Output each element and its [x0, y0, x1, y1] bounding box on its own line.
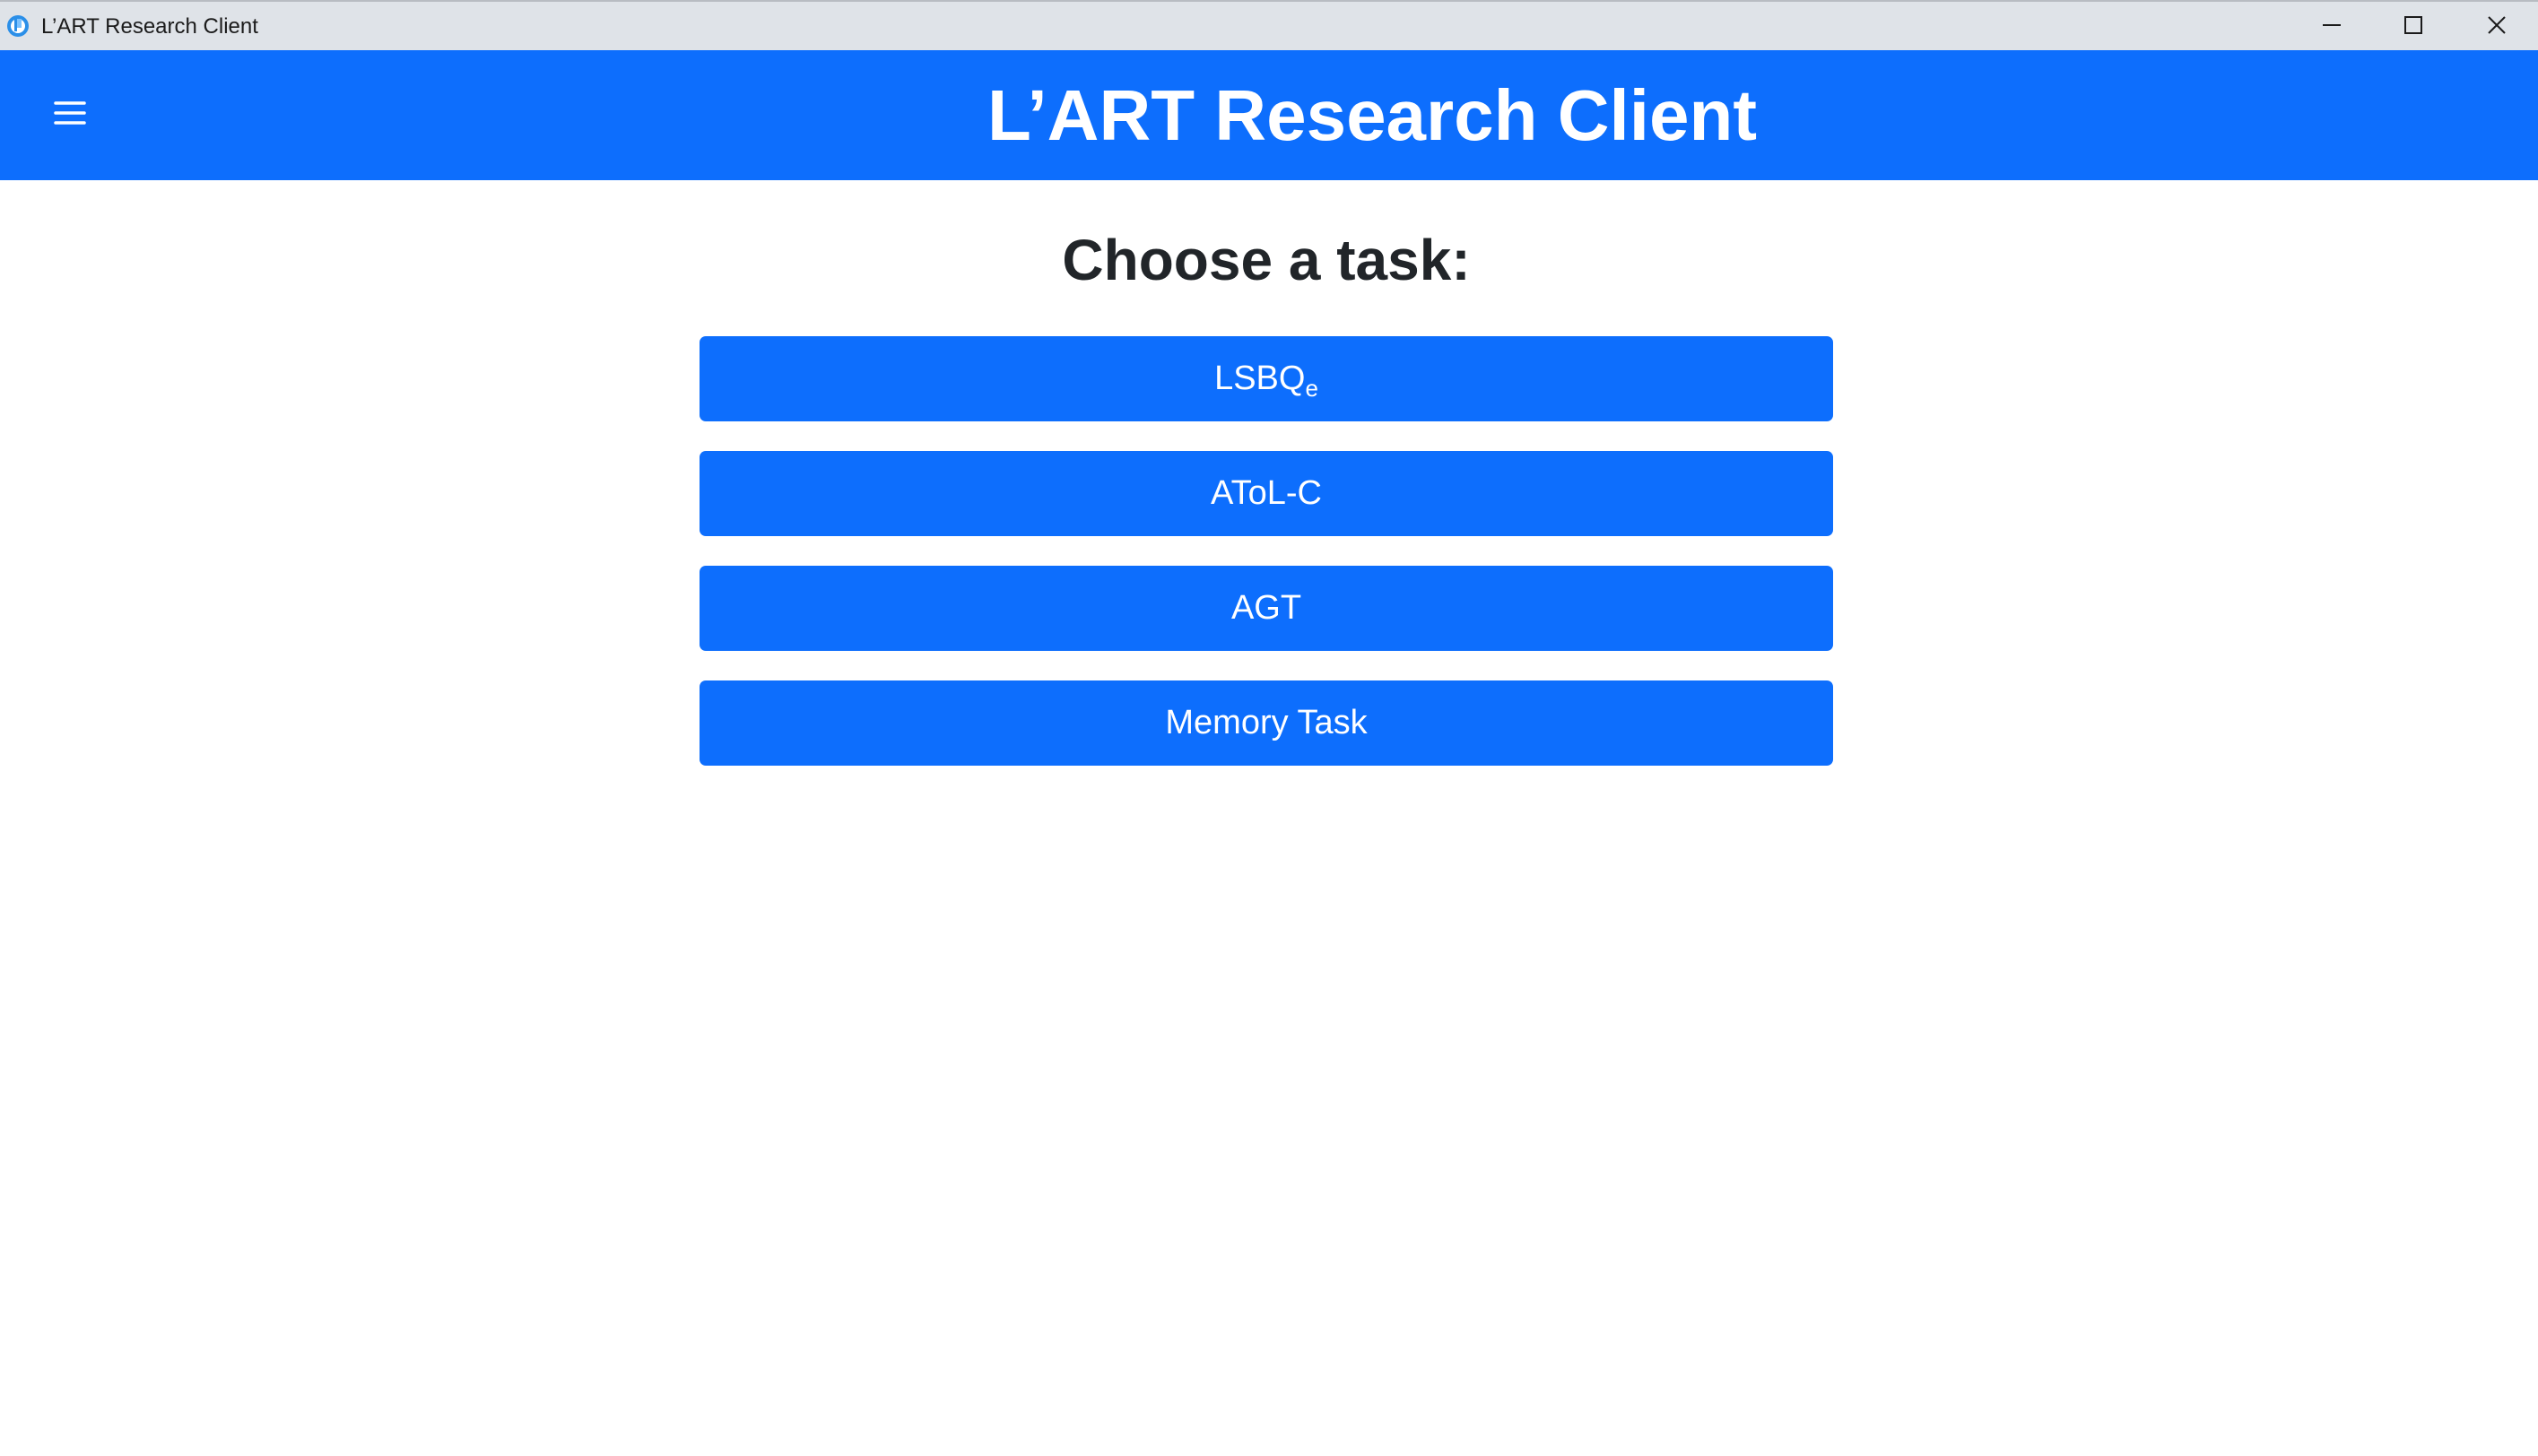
maximize-icon — [2403, 15, 2423, 39]
window-title: L’ART Research Client — [41, 14, 258, 39]
task-button-lsbq[interactable]: LSBQe — [700, 336, 1833, 421]
task-button-atol-c[interactable]: AToL-C — [700, 451, 1833, 536]
task-button-agt[interactable]: AGT — [700, 566, 1833, 651]
minimize-icon — [2322, 15, 2342, 39]
hamburger-menu-icon — [54, 100, 86, 131]
task-button-subscript: e — [1305, 375, 1318, 402]
task-button-label: LSBQ — [1214, 360, 1306, 397]
app-title: L’ART Research Client — [987, 75, 1757, 155]
menu-button[interactable] — [45, 90, 95, 140]
maximize-button[interactable] — [2373, 2, 2454, 52]
window-titlebar: L’ART Research Client — [0, 0, 2538, 50]
minimize-button[interactable] — [2291, 2, 2372, 52]
task-button-memory-task[interactable]: Memory Task — [700, 680, 1833, 766]
close-icon — [2487, 15, 2507, 39]
task-list: LSBQe AToL-C AGT Memory Task — [700, 336, 1833, 795]
task-button-label: AGT — [1230, 589, 1302, 627]
top-navbar: L’ART Research Client — [0, 50, 2538, 180]
task-button-label: AToL-C — [1211, 474, 1322, 512]
task-button-label: Memory Task — [1165, 704, 1368, 741]
page-heading: Choose a task: — [1062, 228, 1471, 292]
app-icon — [6, 14, 30, 38]
close-button[interactable] — [2456, 2, 2537, 52]
